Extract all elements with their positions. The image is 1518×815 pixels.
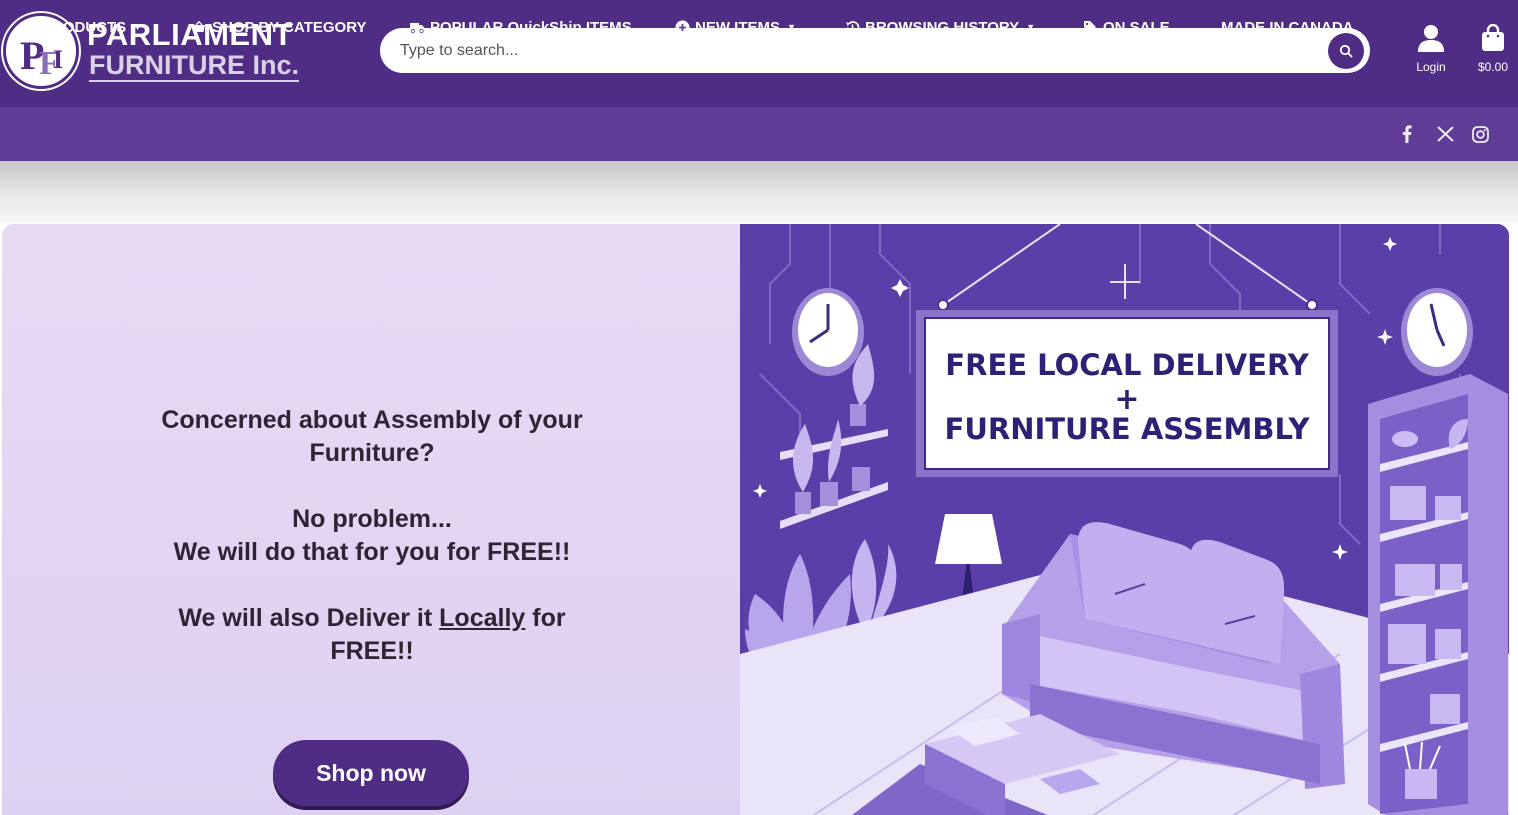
nav-made-in-canada[interactable]: MADE IN CANADA	[1221, 0, 1354, 54]
sign-line2: FURNITURE ASSEMBLY	[945, 412, 1311, 446]
nav-new-items[interactable]: NEW ITEMS ▼	[674, 0, 796, 54]
nav-shop-by-category[interactable]: SHOP BY CATEGORY	[191, 0, 366, 54]
nav-made-in-canada-label: MADE IN CANADA	[1221, 18, 1354, 36]
clock-left-icon	[792, 288, 864, 376]
social-links	[1402, 107, 1490, 161]
shopping-bag-icon	[1482, 23, 1504, 51]
hero-illustration: FREE LOCAL DELIVERY + FURNITURE ASSEMBLY	[740, 224, 1509, 815]
truck-icon	[409, 19, 425, 35]
sign-line1: FREE LOCAL DELIVERY	[945, 348, 1309, 382]
basket-icon	[21, 19, 37, 35]
chevron-down-icon: ▼	[787, 22, 796, 32]
sale-tag-icon	[1082, 19, 1098, 35]
header-shadow-band	[0, 161, 1518, 223]
nav-quickship[interactable]: POPULAR QuickShip ITEMS	[409, 0, 632, 54]
main-nav	[0, 107, 1518, 161]
plus-circle-icon	[674, 19, 690, 35]
login-link[interactable]: Login	[1409, 24, 1453, 74]
chevron-down-icon: ▼	[133, 22, 143, 32]
facebook-icon[interactable]	[1402, 125, 1420, 143]
nav-browsing-history[interactable]: BROWSING HISTORY ▼	[844, 0, 1035, 54]
nav-products[interactable]: PRODUCTS ▼	[21, 0, 142, 54]
nav-shop-by-category-label: SHOP BY CATEGORY	[212, 18, 367, 36]
nav-on-sale-label: ON SALE	[1103, 18, 1170, 36]
chevron-down-icon: ▼	[1026, 22, 1036, 32]
hero-text-panel: Concerned about Assembly of your Furnitu…	[2, 224, 740, 815]
hero-line-delivery-pre: We will also Deliver it	[178, 604, 440, 632]
hero-line-assembly: Concerned about Assembly of your Furnitu…	[161, 406, 583, 467]
basket-icon	[191, 19, 207, 35]
hero-line-delivery: We will also Deliver it Locally for FREE…	[137, 602, 607, 668]
hero-banner: Concerned about Assembly of your Furnitu…	[2, 224, 1509, 815]
cart-total: $0.00	[1477, 60, 1509, 74]
nav-on-sale[interactable]: ON SALE	[1082, 0, 1170, 54]
instagram-icon[interactable]	[1472, 125, 1490, 143]
cart-link[interactable]: $0.00	[1472, 23, 1514, 74]
hero-line-delivery-locally: Locally	[439, 604, 526, 632]
hero-line-free-assembly: We will do that for you for FREE!!	[173, 538, 571, 566]
nav-browsing-history-label: BROWSING HISTORY	[865, 18, 1020, 36]
hero-line-no-problem: No problem...	[292, 505, 452, 533]
logo-name-line2: FURNITURE Inc.	[89, 50, 300, 82]
shop-now-button[interactable]: Shop now	[273, 740, 469, 806]
nav-products-label: PRODUCTS	[42, 18, 127, 36]
hero-message: Concerned about Assembly of your Furnitu…	[137, 404, 607, 701]
nav-new-items-label: NEW ITEMS	[695, 18, 780, 36]
clock-right-icon	[1401, 288, 1473, 376]
nav-quickship-label: POPULAR QuickShip ITEMS	[430, 18, 632, 36]
history-icon	[844, 19, 860, 35]
x-icon[interactable]	[1437, 126, 1455, 142]
user-icon	[1418, 25, 1444, 52]
login-label: Login	[1416, 60, 1446, 74]
